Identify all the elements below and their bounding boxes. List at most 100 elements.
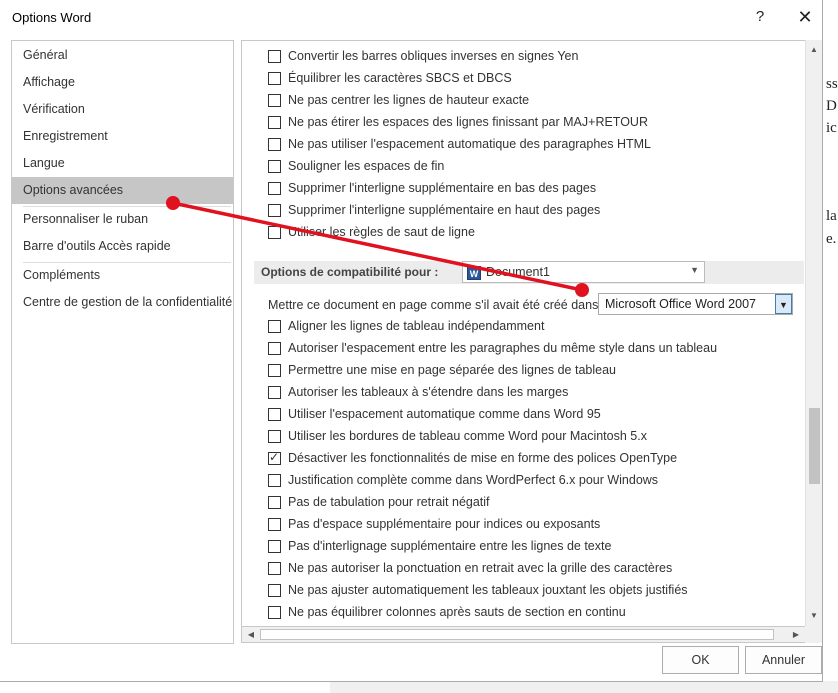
checkbox[interactable] — [268, 407, 281, 421]
option-label: Ne pas étirer les espaces des lignes fin… — [288, 115, 648, 129]
document-select[interactable]: W Document1 ▼ — [462, 261, 705, 283]
scroll-thumb[interactable] — [260, 629, 774, 640]
option-label: Justification complète comme dans WordPe… — [288, 473, 659, 487]
nav-item-customize-ribbon[interactable]: Personnaliser le ruban — [12, 206, 233, 233]
option-compat-6[interactable]: Désactiver les fonctionnalités de mise e… — [268, 447, 677, 469]
option-balance-sbcs-dbcs[interactable]: Équilibrer les caractères SBCS et DBCS — [268, 67, 512, 89]
option-compat-9[interactable]: Pas d'espace supplémentaire pour indices… — [268, 513, 600, 535]
option-suppress-space-top[interactable]: Supprimer l'interligne supplémentaire en… — [268, 199, 600, 221]
scroll-down-icon[interactable]: ▼ — [806, 608, 822, 624]
option-label: Utiliser les bordures de tableau comme W… — [288, 429, 647, 443]
option-compat-10[interactable]: Pas d'interlignage supplémentaire entre … — [268, 535, 611, 557]
checkbox[interactable] — [268, 495, 281, 509]
checkbox[interactable] — [268, 605, 281, 619]
checkbox-checked[interactable] — [268, 450, 281, 465]
checkbox[interactable] — [268, 181, 281, 195]
option-no-center-exact-lines[interactable]: Ne pas centrer les lignes de hauteur exa… — [268, 89, 529, 111]
help-button[interactable]: ? — [742, 4, 778, 30]
option-compat-11[interactable]: Ne pas autoriser la ponctuation en retra… — [268, 557, 672, 579]
checkbox[interactable] — [268, 429, 281, 443]
checkbox[interactable] — [268, 203, 281, 217]
nav-item-display[interactable]: Affichage — [12, 69, 233, 96]
option-compat-12[interactable]: Ne pas ajuster automatiquement les table… — [268, 579, 688, 601]
options-panel: Convertir les barres obliques inverses e… — [241, 40, 805, 626]
checkbox[interactable] — [268, 319, 281, 333]
nav-item-proofing[interactable]: Vérification — [12, 96, 233, 123]
option-label: Pas de tabulation pour retrait négatif — [288, 495, 490, 509]
option-label: Ne pas centrer les lignes de hauteur exa… — [288, 93, 530, 107]
option-compat-7[interactable]: Justification complète comme dans WordPe… — [268, 469, 658, 491]
checkbox[interactable] — [268, 561, 281, 575]
checkbox[interactable] — [268, 225, 281, 239]
checkbox[interactable] — [268, 137, 281, 151]
option-compat-4[interactable]: Utiliser l'espacement automatique comme … — [268, 403, 601, 425]
nav-item-quick-access-toolbar[interactable]: Barre d'outils Accès rapide — [12, 233, 233, 260]
close-button[interactable]: ✕ — [787, 4, 823, 30]
horizontal-scrollbar[interactable]: ◀ ▶ — [241, 626, 805, 643]
option-label: Ne pas équilibrer colonnes après sauts d… — [288, 605, 626, 619]
option-compat-8[interactable]: Pas de tabulation pour retrait négatif — [268, 491, 490, 513]
checkbox[interactable] — [268, 159, 281, 173]
word-version-select[interactable]: Microsoft Office Word 2007 ▼ — [598, 293, 793, 315]
vertical-scrollbar[interactable]: ▲ ▼ — [805, 40, 822, 626]
option-label: Convertir les barres obliques inverses e… — [288, 49, 579, 63]
scroll-thumb[interactable] — [809, 408, 820, 484]
checkbox[interactable] — [268, 473, 281, 487]
option-compat-5[interactable]: Utiliser les bordures de tableau comme W… — [268, 425, 647, 447]
option-convert-backslash[interactable]: Convertir les barres obliques inverses e… — [268, 45, 578, 67]
option-label: Autoriser les tableaux à s'étendre dans … — [288, 385, 569, 399]
background-strip — [330, 681, 838, 693]
option-label: Désactiver les fonctionnalités de mise e… — [288, 451, 678, 465]
nav-item-trust-center[interactable]: Centre de gestion de la confidentialité — [12, 289, 233, 316]
option-suppress-space-bottom[interactable]: Supprimer l'interligne supplémentaire en… — [268, 177, 596, 199]
option-label: Utiliser les règles de saut de ligne — [288, 225, 475, 239]
nav-item-advanced[interactable]: Options avancées — [12, 177, 233, 204]
nav-item-addins[interactable]: Compléments — [12, 262, 233, 289]
option-compat-13[interactable]: Ne pas équilibrer colonnes après sauts d… — [268, 601, 626, 623]
option-label: Supprimer l'interligne supplémentaire en… — [288, 181, 597, 195]
background-text: D — [826, 98, 837, 114]
checkbox[interactable] — [268, 539, 281, 553]
nav-item-general[interactable]: Général — [12, 42, 233, 69]
option-label: Autoriser l'espacement entre les paragra… — [288, 341, 718, 355]
option-label: Souligner les espaces de fin — [288, 159, 445, 173]
checkbox[interactable] — [268, 583, 281, 597]
option-compat-1[interactable]: Autoriser l'espacement entre les paragra… — [268, 337, 717, 359]
checkbox[interactable] — [268, 71, 281, 85]
ok-button[interactable]: OK — [662, 646, 739, 674]
option-line-break-rules[interactable]: Utiliser les règles de saut de ligne — [268, 221, 475, 243]
compatibility-label: Options de compatibilité pour : — [261, 265, 439, 279]
chevron-down-icon: ▼ — [690, 265, 699, 275]
checkbox[interactable] — [268, 115, 281, 129]
background-document: ss D ic la e. — [822, 0, 838, 693]
word-version-value: Microsoft Office Word 2007 — [605, 297, 756, 311]
checkbox[interactable] — [268, 363, 281, 377]
nav-item-save[interactable]: Enregistrement — [12, 123, 233, 150]
checkbox[interactable] — [268, 341, 281, 355]
option-underline-trailing-spaces[interactable]: Souligner les espaces de fin — [268, 155, 444, 177]
title-bar: Options Word ? ✕ — [0, 0, 823, 34]
checkbox[interactable] — [268, 93, 281, 107]
option-no-html-auto-spacing[interactable]: Ne pas utiliser l'espacement automatique… — [268, 133, 651, 155]
scroll-up-icon[interactable]: ▲ — [806, 42, 822, 58]
scroll-left-icon[interactable]: ◀ — [244, 627, 258, 642]
checkbox[interactable] — [268, 49, 281, 63]
option-compat-3[interactable]: Autoriser les tableaux à s'étendre dans … — [268, 381, 568, 403]
option-label: Permettre une mise en page séparée des l… — [288, 363, 616, 377]
category-nav: Général Affichage Vérification Enregistr… — [11, 40, 234, 644]
compatibility-header: Options de compatibilité pour : W Docume… — [254, 261, 804, 284]
background-text: ic — [826, 120, 837, 136]
cancel-button[interactable]: Annuler — [745, 646, 822, 674]
nav-item-language[interactable]: Langue — [12, 150, 233, 177]
option-compat-2[interactable]: Permettre une mise en page séparée des l… — [268, 359, 616, 381]
option-label: Supprimer l'interligne supplémentaire en… — [288, 203, 601, 217]
background-text: la — [826, 208, 837, 224]
checkbox[interactable] — [268, 385, 281, 399]
word-document-icon: W — [467, 266, 481, 280]
option-label: Pas d'espace supplémentaire pour indices… — [288, 517, 601, 531]
option-no-expand-shift-return[interactable]: Ne pas étirer les espaces des lignes fin… — [268, 111, 648, 133]
scroll-right-icon[interactable]: ▶ — [789, 627, 803, 642]
option-compat-0[interactable]: Aligner les lignes de tableau indépendam… — [268, 315, 544, 337]
checkbox[interactable] — [268, 517, 281, 531]
chevron-down-icon[interactable]: ▼ — [775, 294, 792, 314]
